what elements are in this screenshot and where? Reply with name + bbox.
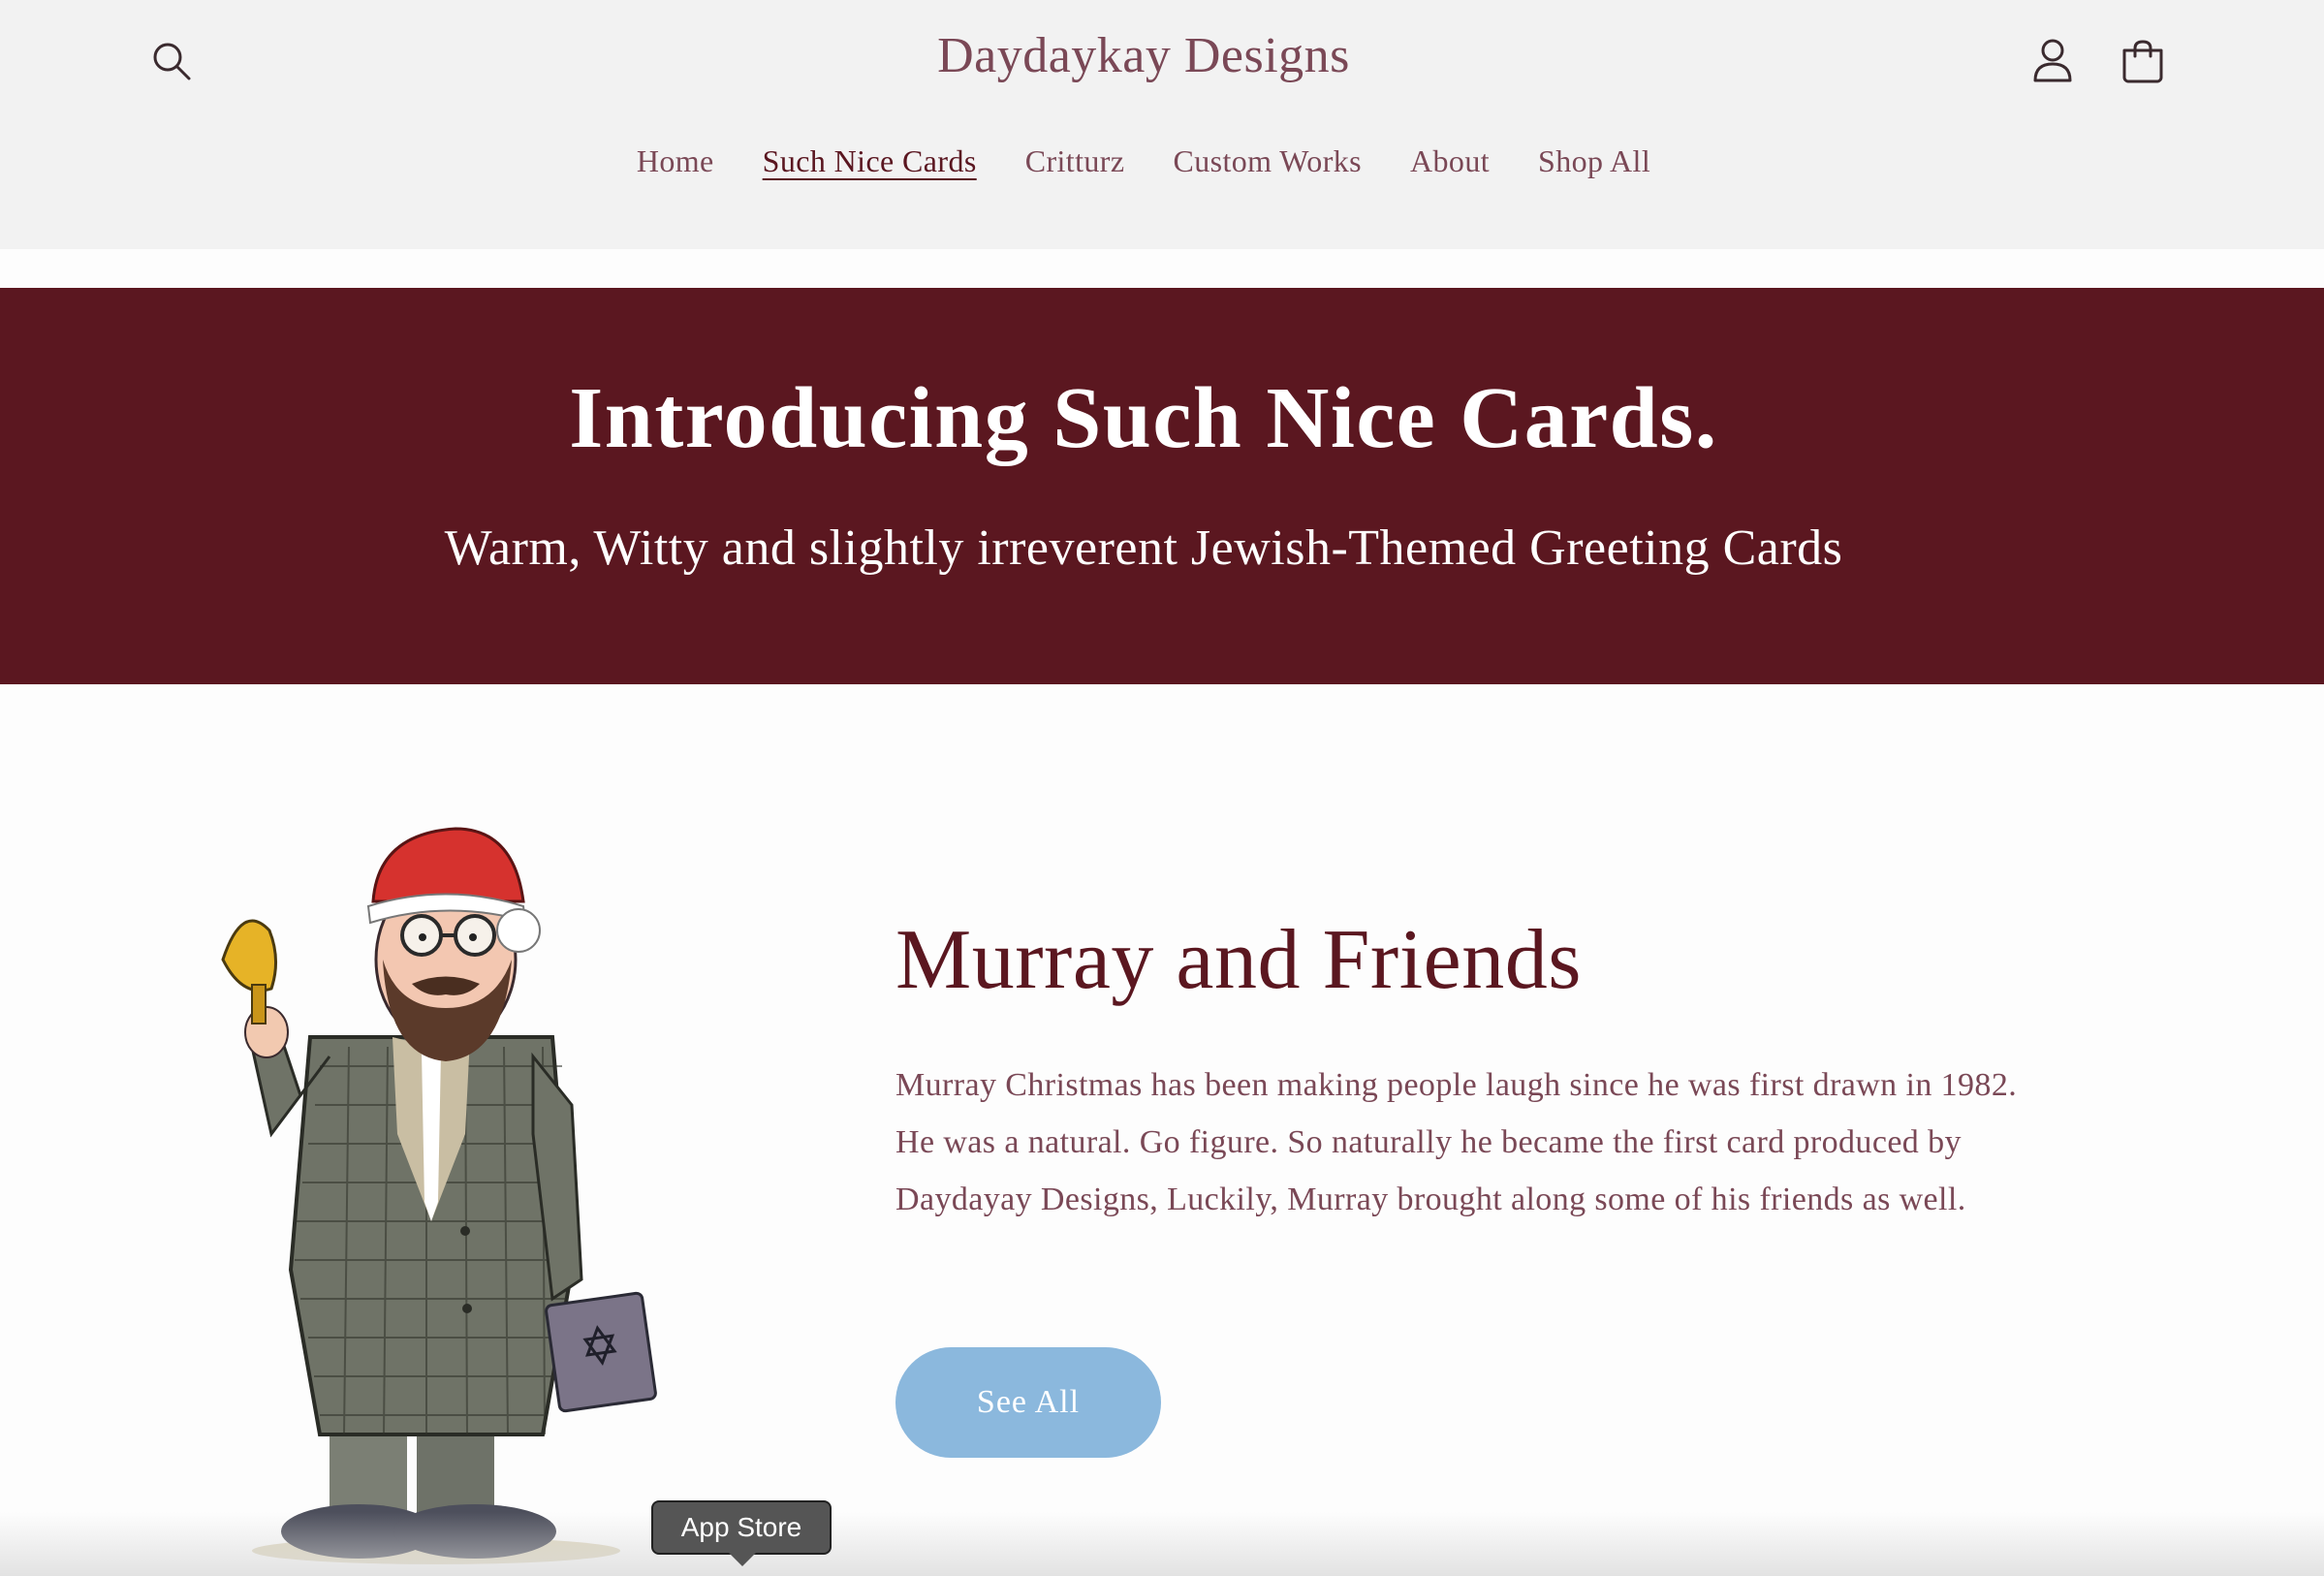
- banner-subtitle: Warm, Witty and slightly irreverent Jewi…: [444, 520, 1843, 576]
- banner-title: Introducing Such Nice Cards.: [569, 370, 1718, 466]
- site-header: Daydaykay Designs Home Such Nice Cards C…: [0, 0, 2324, 249]
- tooltip-arrow: [729, 1553, 756, 1566]
- hero-banner: [0, 288, 2324, 684]
- murray-illustration: [221, 827, 657, 1564]
- feature-title: Murray and Friends: [895, 913, 1582, 1007]
- nav-item-shop-all[interactable]: Shop All: [1514, 143, 1675, 179]
- page: Daydaykay Designs Home Such Nice Cards C…: [0, 0, 2324, 1576]
- nav-item-home[interactable]: Home: [612, 143, 738, 179]
- see-all-button[interactable]: See All: [895, 1347, 1161, 1458]
- dock-shadow: [0, 1512, 2324, 1576]
- cart-button[interactable]: [2113, 31, 2173, 91]
- app-store-tooltip: App Store: [651, 1500, 832, 1555]
- main-nav: Home Such Nice Cards Critturz Custom Wor…: [0, 143, 2287, 179]
- site-title[interactable]: Daydaykay Designs: [0, 27, 2287, 84]
- user-icon: [2033, 39, 2072, 82]
- feature-description: Murray Christmas has been making people …: [895, 1067, 2018, 1217]
- nav-item-such-nice-cards[interactable]: Such Nice Cards: [738, 143, 1001, 179]
- cart-icon: [2122, 40, 2163, 83]
- nav-item-about[interactable]: About: [1386, 143, 1514, 179]
- nav-item-custom-works[interactable]: Custom Works: [1148, 143, 1386, 179]
- account-button[interactable]: [2024, 31, 2082, 89]
- nav-item-critturz[interactable]: Critturz: [1001, 143, 1149, 179]
